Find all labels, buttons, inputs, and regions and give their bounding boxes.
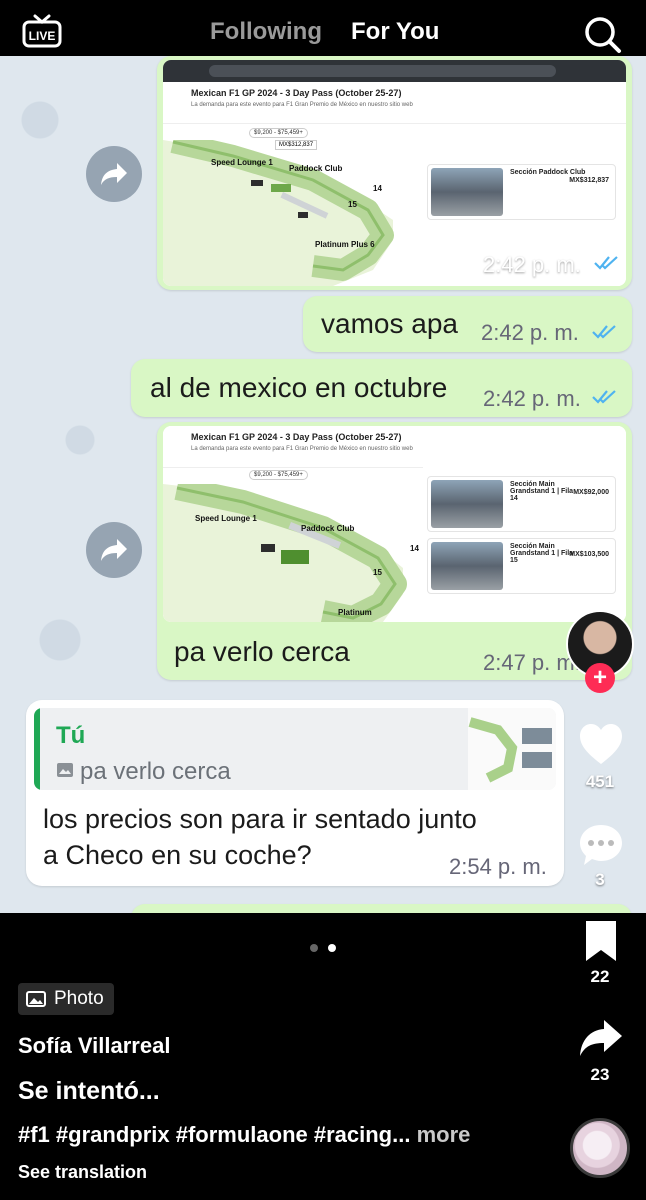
venue-map[interactable]: Speed Lounge 1 Paddock Club Platinum 14 … — [163, 476, 419, 622]
forward-arrow-icon — [101, 163, 127, 185]
bookmark-icon[interactable] — [578, 918, 624, 964]
message-time: 2:42 p. m. — [481, 320, 579, 345]
post-title: Se intentó... — [18, 1077, 160, 1105]
read-ticks-icon — [594, 256, 618, 270]
listing-price: MX$92,000 — [573, 489, 609, 496]
save-count: 22 — [590, 967, 610, 986]
map-label-speed-lounge: Speed Lounge 1 — [195, 514, 257, 523]
share-icon[interactable] — [578, 1016, 624, 1062]
like-count: 451 — [585, 772, 615, 791]
map-label-paddock-club: Paddock Club — [289, 164, 343, 173]
share-count: 23 — [590, 1065, 610, 1084]
track-map-graphic — [163, 131, 394, 286]
search-icon[interactable] — [584, 16, 622, 54]
photo-icon — [26, 991, 46, 1007]
message-mexico[interactable]: al de mexico en octubre 2:42 p. m. — [131, 359, 632, 417]
quote-accent-bar — [34, 708, 40, 790]
map-label-14: 14 — [410, 544, 419, 553]
listing-card[interactable]: Sección Main Grandstand 1 | Fila 15 MX$1… — [427, 538, 616, 594]
shared-screenshot-2[interactable]: Mexican F1 GP 2024 - 3 Day Pass (October… — [163, 426, 626, 622]
listing-title: Sección Main Grandstand 1 | Fila 14 — [510, 481, 574, 502]
map-label-15: 15 — [373, 568, 382, 577]
event-subtitle: La demanda para este evento para F1 Gran… — [191, 446, 413, 452]
browser-url-bar — [163, 60, 626, 82]
quoted-message[interactable]: Tú pa verlo cerca — [34, 708, 556, 790]
event-subtitle: La demanda para este evento para F1 Gran… — [191, 102, 413, 108]
listing-title: Sección Paddock Club — [510, 169, 586, 176]
listing-price: MX$312,837 — [569, 177, 609, 184]
photo-mode-badge: Photo — [18, 983, 114, 1015]
reply-line-1: los precios son para ir sentado junto — [43, 804, 477, 834]
event-header: Mexican F1 GP 2024 - 3 Day Pass (October… — [163, 426, 626, 468]
quote-thumbnail — [468, 708, 556, 790]
forward-button-2[interactable] — [86, 522, 142, 578]
price-filter: $9,200 - $75,459+ — [249, 128, 308, 138]
message-time: 2:42 p. m. — [483, 386, 581, 411]
tooltip-price: MX$312,837 — [279, 142, 314, 148]
message-time: 2:47 p. m. — [483, 650, 581, 675]
live-label: LIVE — [29, 29, 56, 43]
map-label-platinum: Platinum Plus 6 — [315, 240, 375, 249]
listing-card[interactable]: Sección Main Grandstand 1 | Fila 14 MX$9… — [427, 476, 616, 532]
photo-badge-label: Photo — [54, 988, 104, 1009]
reply-line-2: a Checo en su coche? — [43, 840, 312, 870]
message-time: 2:42 p. m. — [483, 252, 581, 277]
quote-text: pa verlo cerca — [80, 758, 231, 785]
track-map-graphic — [163, 476, 407, 622]
listing-price: MX$103,500 — [569, 551, 609, 558]
read-ticks-icon — [592, 390, 616, 404]
map-label-speed-lounge: Speed Lounge 1 — [211, 158, 273, 167]
image-caption: pa verlo cerca — [174, 636, 350, 667]
map-label-paddock-club: Paddock Club — [301, 524, 355, 533]
listing-photo — [431, 168, 503, 216]
map-label-14: 14 — [373, 184, 382, 193]
live-tv-icon[interactable]: LIVE — [22, 14, 62, 48]
read-ticks-icon — [592, 325, 616, 339]
listing-photo — [431, 542, 503, 590]
more-link[interactable]: more — [417, 1122, 471, 1147]
listing-panel: Sección Main Grandstand 1 | Fila 14 MX$9… — [423, 466, 626, 622]
carousel-dot[interactable] — [310, 944, 318, 952]
forward-arrow-icon — [101, 539, 127, 561]
author-name[interactable]: Sofía Villarreal — [18, 1033, 170, 1059]
comment-icon[interactable] — [578, 822, 624, 868]
image-message-2[interactable]: Mexican F1 GP 2024 - 3 Day Pass (October… — [157, 422, 632, 680]
follow-button[interactable]: + — [585, 663, 615, 693]
filter-row: $9,200 - $75,459+ — [169, 470, 409, 482]
post-photo[interactable]: Mexican F1 GP 2024 - 3 Day Pass (October… — [0, 0, 646, 913]
listing-photo — [431, 480, 503, 528]
message-vamos[interactable]: vamos apa 2:42 p. m. — [303, 296, 632, 352]
event-header: Mexican F1 GP 2024 - 3 Day Pass (October… — [163, 82, 626, 124]
listing-card[interactable]: Sección Paddock Club MX$312,837 — [427, 164, 616, 220]
map-label-15: 15 — [348, 200, 357, 209]
reply-message[interactable]: Tú pa verlo cerca los precios son para i… — [26, 700, 564, 886]
heart-icon[interactable] — [578, 722, 624, 768]
tab-for-you[interactable]: For You — [351, 18, 439, 46]
message-time: 2:54 p. m. — [449, 854, 547, 879]
message-partial — [131, 904, 632, 913]
forward-button-1[interactable] — [86, 146, 142, 202]
hashtags[interactable]: #f1 #grandprix #formulaone #racing... mo… — [18, 1122, 470, 1148]
event-title: Mexican F1 GP 2024 - 3 Day Pass (October… — [191, 88, 402, 98]
hashtag-list[interactable]: #f1 #grandprix #formulaone #racing... — [18, 1122, 410, 1147]
map-label-platinum: Platinum — [338, 608, 372, 617]
comment-count: 3 — [595, 870, 605, 889]
sound-disc[interactable] — [570, 1118, 630, 1178]
image-message-1[interactable]: Mexican F1 GP 2024 - 3 Day Pass (October… — [157, 56, 632, 290]
see-translation-link[interactable]: See translation — [18, 1162, 147, 1183]
tab-following[interactable]: Following — [210, 18, 322, 46]
message-text: al de mexico en octubre — [150, 372, 448, 403]
filter-row: $9,200 - $75,459+ — [169, 128, 409, 140]
message-text: vamos apa — [321, 308, 458, 339]
venue-map[interactable]: Speed Lounge 1 Paddock Club Platinum Plu… — [163, 131, 418, 286]
event-title: Mexican F1 GP 2024 - 3 Day Pass (October… — [191, 432, 402, 442]
price-filter: $9,200 - $75,459+ — [249, 470, 308, 480]
quote-author: Tú — [56, 722, 86, 749]
carousel-dot-active[interactable] — [328, 944, 336, 952]
image-icon — [57, 763, 73, 777]
map-tooltip: MX$312,837 — [275, 140, 318, 150]
top-navigation: LIVE Following For You — [0, 0, 646, 56]
